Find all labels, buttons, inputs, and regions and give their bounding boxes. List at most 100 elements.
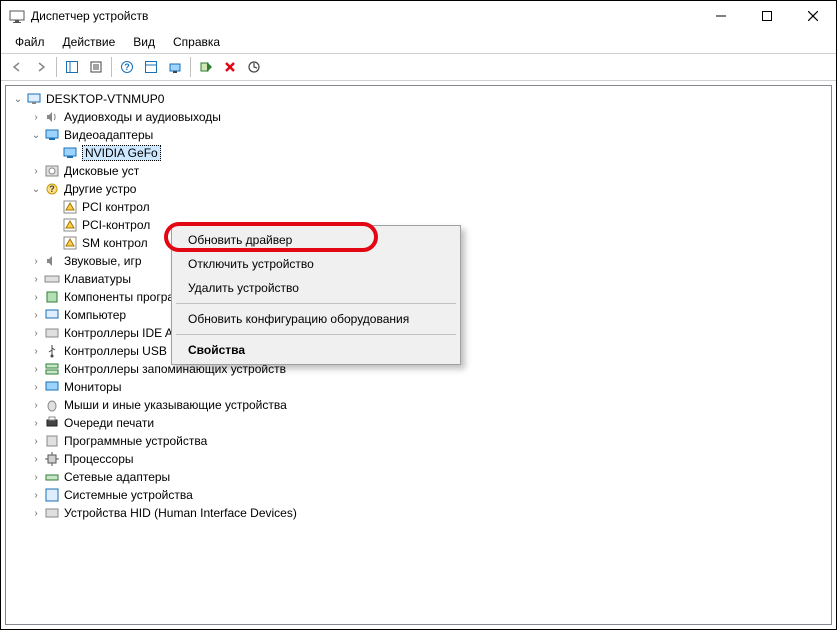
expander-closed-icon[interactable]: › — [28, 487, 44, 503]
expander-closed-icon[interactable]: › — [28, 379, 44, 395]
tree-item-audio[interactable]: › Аудиовходы и аудиовыходы — [6, 108, 831, 126]
warning-device-icon — [62, 217, 78, 233]
tree-label: Сетевые адаптеры — [64, 470, 170, 484]
tree-item-disk[interactable]: › Дисковые уст — [6, 162, 831, 180]
expander-closed-icon[interactable]: › — [28, 469, 44, 485]
ctx-remove-device[interactable]: Удалить устройство — [174, 276, 458, 300]
usb-icon — [44, 343, 60, 359]
ctx-disable-device[interactable]: Отключить устройство — [174, 252, 458, 276]
tree-label: Мониторы — [64, 380, 121, 394]
speaker-icon — [44, 109, 60, 125]
maximize-button[interactable] — [744, 1, 790, 31]
tree-item-pci1[interactable]: › PCI контрол — [6, 198, 831, 216]
ctx-update-driver[interactable]: Обновить драйвер — [174, 228, 458, 252]
title-bar: Диспетчер устройств — [1, 1, 836, 31]
system-device-icon — [44, 487, 60, 503]
scan-hardware-button[interactable] — [163, 56, 187, 78]
computer-icon — [26, 91, 42, 107]
ctx-separator — [176, 334, 456, 335]
tree-label: Компьютер — [64, 308, 126, 322]
tree-root[interactable]: ⌄ DESKTOP-VTNMUP0 — [6, 90, 831, 108]
menu-action[interactable]: Действие — [55, 33, 124, 51]
uninstall-device-button[interactable] — [218, 56, 242, 78]
back-button[interactable] — [5, 56, 29, 78]
tree-item-net[interactable]: › Сетевые адаптеры — [6, 468, 831, 486]
expander-closed-icon[interactable]: › — [28, 397, 44, 413]
content-area: ⌄ DESKTOP-VTNMUP0 › Аудиовходы и аудиовы… — [1, 81, 836, 629]
tree-item-sysdev[interactable]: › Системные устройства — [6, 486, 831, 504]
properties-button[interactable] — [84, 56, 108, 78]
ctx-properties[interactable]: Свойства — [174, 338, 458, 362]
tree-label: Процессоры — [64, 452, 134, 466]
hid-icon — [44, 505, 60, 521]
svg-text:?: ? — [124, 62, 130, 72]
cpu-icon — [44, 451, 60, 467]
expander-open-icon[interactable]: ⌄ — [10, 91, 26, 107]
tree-item-cpu[interactable]: › Процессоры — [6, 450, 831, 468]
tree-item-swdev[interactable]: › Программные устройства — [6, 432, 831, 450]
expander-closed-icon[interactable]: › — [28, 361, 44, 377]
tree-item-other[interactable]: ⌄ ? Другие устро — [6, 180, 831, 198]
help-button[interactable]: ? — [115, 56, 139, 78]
menu-help[interactable]: Справка — [165, 33, 228, 51]
action-button[interactable] — [139, 56, 163, 78]
tree-item-video[interactable]: ⌄ Видеоадаптеры — [6, 126, 831, 144]
minimize-button[interactable] — [698, 1, 744, 31]
expander-closed-icon[interactable]: › — [28, 433, 44, 449]
tree-item-nvidia[interactable]: › NVIDIA GeFo — [6, 144, 831, 162]
expander-open-icon[interactable]: ⌄ — [28, 127, 44, 143]
update-driver-button[interactable] — [242, 56, 266, 78]
expander-closed-icon[interactable]: › — [28, 505, 44, 521]
tree-label: DESKTOP-VTNMUP0 — [46, 92, 164, 106]
tree-item-mice[interactable]: › Мыши и иные указывающие устройства — [6, 396, 831, 414]
expander-closed-icon[interactable]: › — [28, 289, 44, 305]
tree-label: Видеоадаптеры — [64, 128, 153, 142]
expander-closed-icon[interactable]: › — [28, 325, 44, 341]
context-menu: Обновить драйвер Отключить устройство Уд… — [171, 225, 461, 365]
storage-controller-icon — [44, 361, 60, 377]
expander-closed-icon[interactable]: › — [28, 253, 44, 269]
tree-item-hid[interactable]: › Устройства HID (Human Interface Device… — [6, 504, 831, 522]
expander-closed-icon[interactable]: › — [28, 451, 44, 467]
menu-file[interactable]: Файл — [7, 33, 53, 51]
tree-label: Устройства HID (Human Interface Devices) — [64, 506, 297, 520]
tree-label: Очереди печати — [64, 416, 154, 430]
software-component-icon — [44, 289, 60, 305]
tree-label: PCI-контрол — [82, 218, 150, 232]
tree-label: Другие устро — [64, 182, 136, 196]
expander-closed-icon[interactable]: › — [28, 163, 44, 179]
device-tree[interactable]: ⌄ DESKTOP-VTNMUP0 › Аудиовходы и аудиовы… — [5, 85, 832, 625]
tree-label: Программные устройства — [64, 434, 207, 448]
expander-closed-icon[interactable]: › — [28, 109, 44, 125]
tree-label: Клавиатуры — [64, 272, 131, 286]
software-device-icon — [44, 433, 60, 449]
expander-closed-icon[interactable]: › — [28, 343, 44, 359]
sound-icon — [44, 253, 60, 269]
expander-closed-icon[interactable]: › — [28, 271, 44, 287]
app-icon — [9, 8, 25, 24]
window-title: Диспетчер устройств — [31, 9, 698, 23]
close-button[interactable] — [790, 1, 836, 31]
display-adapter-icon — [44, 127, 60, 143]
toolbar: ? — [1, 53, 836, 81]
show-hide-tree-button[interactable] — [60, 56, 84, 78]
expander-open-icon[interactable]: ⌄ — [28, 181, 44, 197]
ctx-separator — [176, 303, 456, 304]
expander-closed-icon[interactable]: › — [28, 415, 44, 431]
warning-device-icon — [62, 199, 78, 215]
tree-label: Системные устройства — [64, 488, 193, 502]
device-manager-window: Диспетчер устройств Файл Действие Вид Сп… — [0, 0, 837, 630]
tree-label: SM контрол — [82, 236, 148, 250]
menu-view[interactable]: Вид — [125, 33, 163, 51]
expander-closed-icon[interactable]: › — [28, 307, 44, 323]
ctx-rescan-hardware[interactable]: Обновить конфигурацию оборудования — [174, 307, 458, 331]
tree-item-monitors[interactable]: › Мониторы — [6, 378, 831, 396]
disk-icon — [44, 163, 60, 179]
unknown-device-icon: ? — [44, 181, 60, 197]
enable-device-button[interactable] — [194, 56, 218, 78]
tree-item-printq[interactable]: › Очереди печати — [6, 414, 831, 432]
tree-label: Аудиовходы и аудиовыходы — [64, 110, 221, 124]
forward-button[interactable] — [29, 56, 53, 78]
tree-label: Контроллеры USB — [64, 344, 167, 358]
ide-controller-icon — [44, 325, 60, 341]
